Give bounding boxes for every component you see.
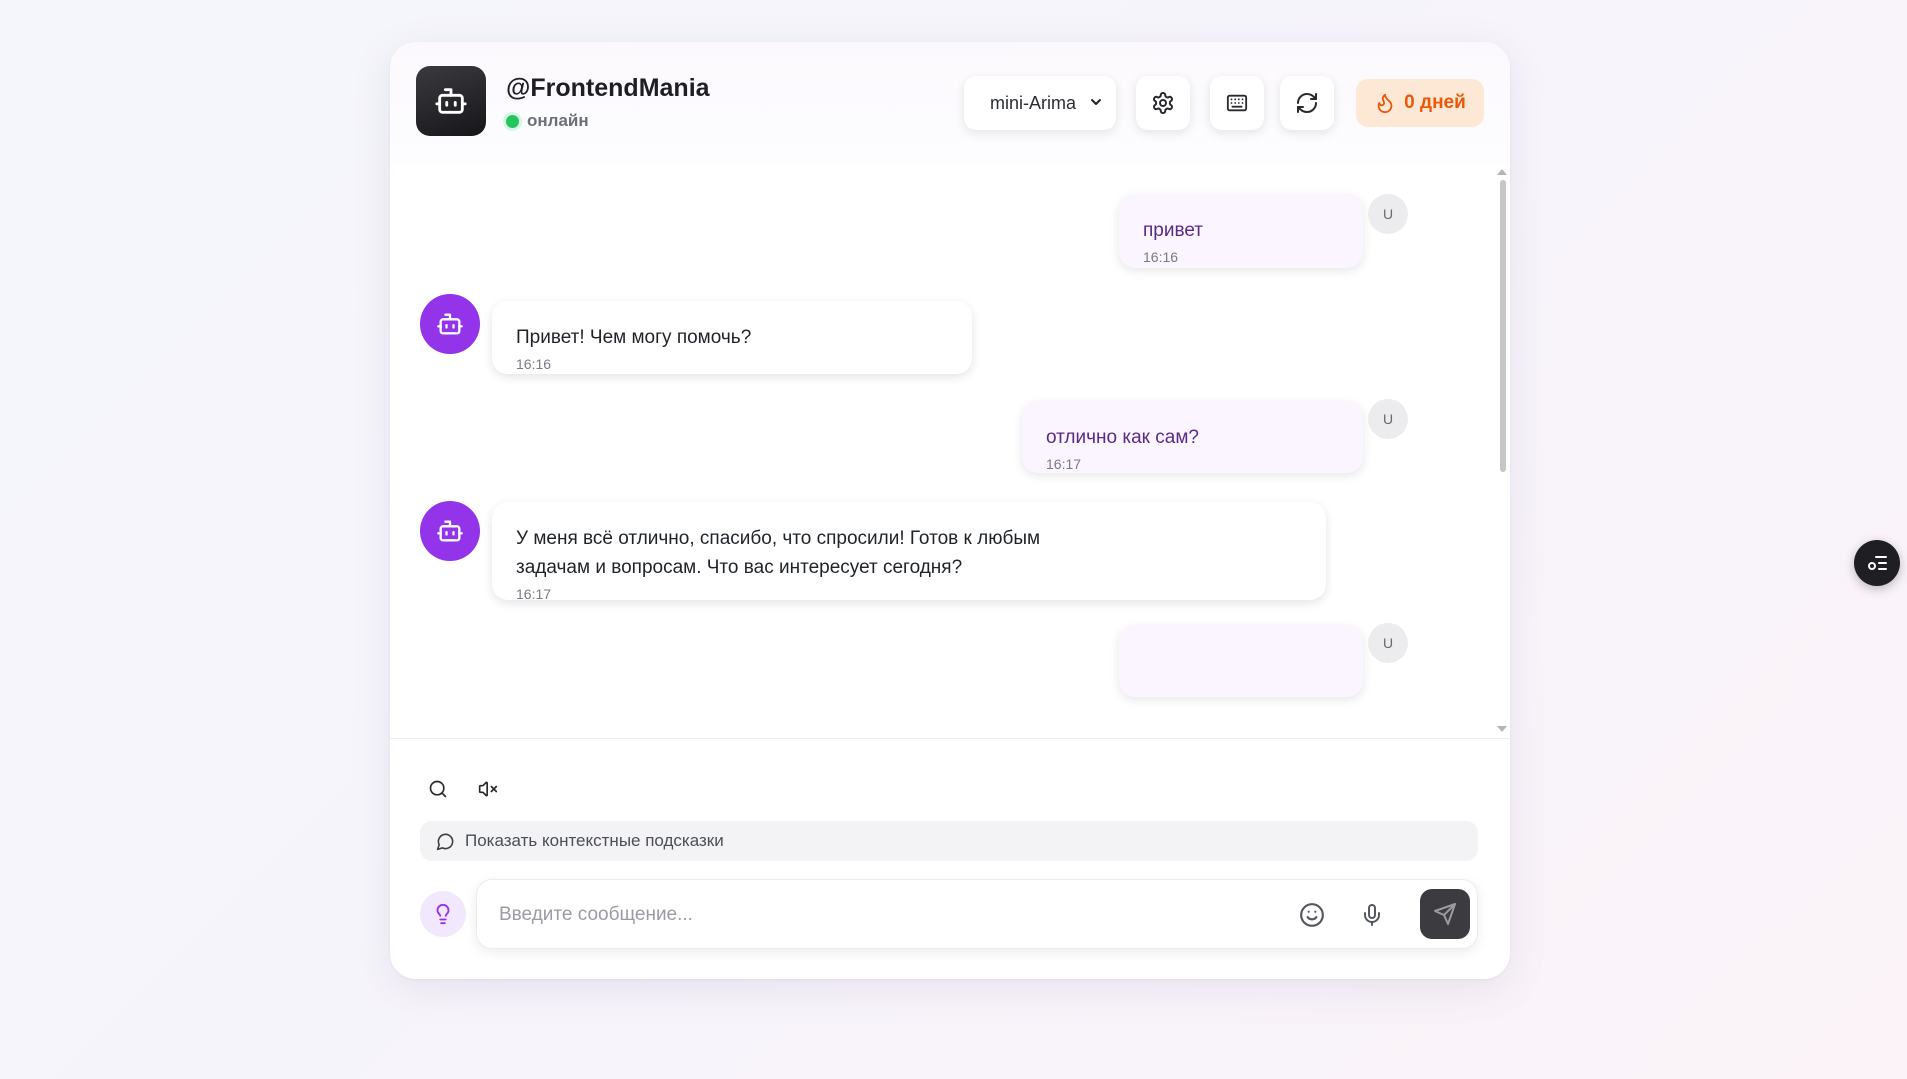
message-time: 16:17: [1046, 456, 1082, 472]
message-time: 16:16: [516, 356, 552, 372]
message-time: 16:16: [1143, 249, 1179, 265]
context-hints-label: Показать контекстные подсказки: [465, 831, 724, 850]
chat-title: @FrontendMania: [506, 74, 710, 102]
send-button[interactable]: [1420, 889, 1470, 939]
search-button[interactable]: [424, 775, 452, 803]
chevron-down-icon: [1091, 99, 1101, 105]
smile-icon: [1300, 903, 1324, 927]
message-text: Привет! Чем могу помочь?: [516, 327, 752, 348]
scroll-up-arrow[interactable]: [1497, 169, 1507, 175]
message-text-line-1: У меня всё отлично, спасибо, что спросил…: [516, 528, 1041, 549]
gear-icon: [1153, 92, 1173, 114]
bot-message: У меня всё отлично, спасибо, что спросил…: [492, 502, 1326, 602]
lightbulb-icon: [436, 904, 450, 925]
online-dot: [506, 114, 519, 128]
list-settings-icon: [1868, 556, 1887, 570]
chat-window: @FrontendMania онлайн mini-Arima 0 дней …: [390, 42, 1510, 979]
flame-icon: [1377, 93, 1393, 114]
bot-logo: [416, 66, 486, 136]
scroll-down-arrow[interactable]: [1497, 726, 1507, 732]
emoji-button[interactable]: [1297, 900, 1327, 930]
message-text: отлично как сам?: [1046, 427, 1199, 448]
keyboard-button[interactable]: [1210, 76, 1264, 130]
settings-button[interactable]: [1136, 76, 1190, 130]
user-message: привет 16:16: [1119, 194, 1363, 268]
microphone-button[interactable]: [1357, 900, 1387, 930]
message-input-container: [476, 879, 1478, 949]
user-avatar: U: [1368, 399, 1408, 439]
bot-avatar: [420, 294, 480, 354]
model-select-value: mini-Arima: [990, 92, 1077, 113]
volume-mute-icon: [478, 781, 498, 797]
online-status: онлайн: [506, 111, 589, 131]
bot-avatar: [420, 501, 480, 561]
bot-message: Привет! Чем могу помочь? 16:16: [492, 301, 972, 374]
search-icon: [429, 780, 447, 798]
streak-badge[interactable]: 0 дней: [1356, 79, 1484, 127]
refresh-icon: [1297, 93, 1317, 113]
message-list[interactable]: привет 16:16 U Привет! Чем могу помочь? …: [390, 164, 1510, 738]
user-avatar: U: [1368, 623, 1408, 663]
bot-icon: [437, 520, 463, 542]
user-avatar: U: [1368, 194, 1408, 234]
user-message: [1119, 625, 1363, 697]
bot-icon: [437, 313, 463, 335]
status-text: онлайн: [527, 111, 589, 130]
message-input[interactable]: [497, 896, 1281, 934]
streak-label: 0 дней: [1404, 92, 1466, 113]
message-time: 16:17: [516, 586, 552, 602]
context-hints-toggle[interactable]: Показать контекстные подсказки: [420, 821, 1478, 861]
model-select[interactable]: mini-Arima: [964, 76, 1116, 130]
user-message: отлично как сам? 16:17: [1022, 401, 1363, 473]
refresh-button[interactable]: [1280, 76, 1334, 130]
floating-menu-button[interactable]: [1854, 540, 1900, 586]
message-text: привет: [1143, 220, 1203, 241]
microphone-icon: [1364, 904, 1380, 926]
keyboard-icon: [1226, 94, 1248, 112]
idea-button[interactable]: [420, 891, 466, 937]
send-icon: [1434, 903, 1456, 925]
bot-icon: [435, 88, 467, 114]
composer-area: Показать контекстные подсказки: [390, 738, 1510, 979]
mute-button[interactable]: [474, 775, 502, 803]
message-circle-icon: [436, 833, 454, 850]
scrollbar-thumb[interactable]: [1500, 180, 1506, 472]
chat-header: @FrontendMania онлайн mini-Arima 0 дней: [390, 42, 1510, 164]
message-text-line-2: задачам и вопросам. Что вас интересует с…: [516, 557, 963, 578]
